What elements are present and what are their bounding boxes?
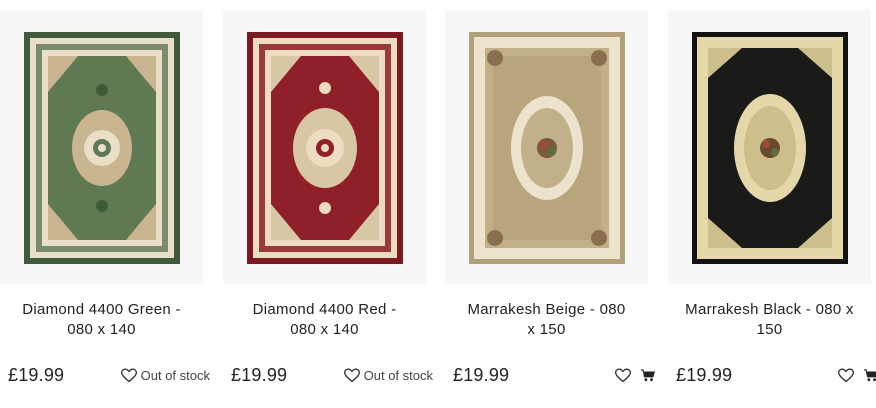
product-price: £19.99 [8, 365, 65, 385]
stock-status: Out of stock [140, 368, 210, 383]
product-actions [615, 368, 655, 383]
rug-image [246, 32, 403, 264]
wishlist-heart-icon[interactable] [838, 368, 854, 383]
product-title-line[interactable]: 150 [668, 320, 871, 340]
rug-image [691, 32, 848, 264]
product-price: £19.99 [453, 365, 510, 385]
product-price: £19.99 [676, 365, 733, 385]
product-card[interactable]: Diamond 4400 Red - 080 x 140 £19.99 Out … [223, 0, 445, 408]
product-image[interactable] [246, 32, 403, 264]
product-title[interactable]: Diamond 4400 Green - 080 x 140 [0, 300, 203, 340]
product-actions: Out of stock [343, 368, 433, 383]
product-title-line[interactable]: 080 x 140 [223, 320, 426, 340]
stock-status: Out of stock [363, 368, 433, 383]
product-card[interactable]: Marrakesh Black - 080 x 150 £19.99 [668, 0, 876, 408]
product-image[interactable] [23, 32, 180, 264]
product-card[interactable]: Marrakesh Beige - 080 x 150 £19.99 [445, 0, 667, 408]
product-title-line[interactable]: x 150 [445, 320, 648, 340]
wishlist-heart-icon[interactable] [615, 368, 631, 383]
product-image-frame[interactable] [223, 10, 426, 284]
rug-image [23, 32, 180, 264]
product-title-line[interactable]: Marrakesh Beige - 080 [445, 300, 648, 320]
product-image[interactable] [691, 32, 848, 264]
wishlist-heart-icon[interactable] [120, 368, 137, 383]
add-to-cart-icon[interactable] [864, 369, 876, 382]
product-title-line[interactable]: 080 x 140 [0, 320, 203, 340]
product-title-line[interactable]: Marrakesh Black - 080 x [668, 300, 871, 320]
product-grid: Diamond 4400 Green - 080 x 140 £19.99 Ou… [0, 0, 876, 408]
product-actions: Out of stock [120, 368, 210, 383]
product-title[interactable]: Marrakesh Black - 080 x 150 [668, 300, 871, 340]
product-image-frame[interactable] [668, 10, 871, 284]
add-to-cart-icon[interactable] [641, 369, 655, 382]
rug-image [468, 32, 625, 264]
wishlist-heart-icon[interactable] [343, 368, 360, 383]
product-title[interactable]: Diamond 4400 Red - 080 x 140 [223, 300, 426, 340]
product-title[interactable]: Marrakesh Beige - 080 x 150 [445, 300, 648, 340]
product-title-line[interactable]: Diamond 4400 Green - [0, 300, 203, 320]
product-image-frame[interactable] [445, 10, 648, 284]
product-actions [838, 368, 876, 383]
product-price: £19.99 [231, 365, 288, 385]
product-image[interactable] [468, 32, 625, 264]
product-card[interactable]: Diamond 4400 Green - 080 x 140 £19.99 Ou… [0, 0, 222, 408]
product-title-line[interactable]: Diamond 4400 Red - [223, 300, 426, 320]
product-image-frame[interactable] [0, 10, 203, 284]
